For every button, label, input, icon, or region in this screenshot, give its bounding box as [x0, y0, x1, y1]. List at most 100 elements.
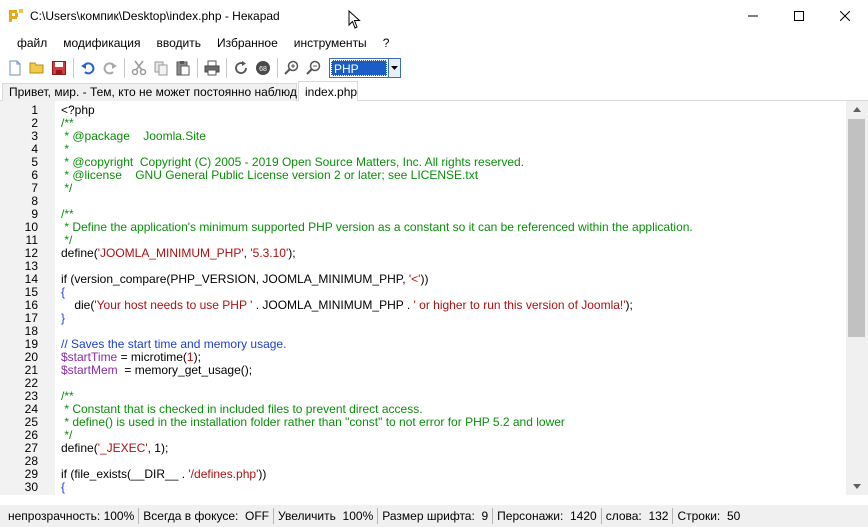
status-opacity: непрозрачность: 100% — [4, 509, 138, 523]
code-text: define('_JEXEC', 1); — [61, 442, 168, 455]
code-token: die( — [61, 298, 95, 312]
code-line: 22 — [0, 377, 846, 390]
code-token: { — [61, 480, 66, 494]
maximize-button[interactable] — [776, 0, 822, 31]
vertical-scrollbar[interactable] — [846, 101, 868, 495]
scroll-up-button[interactable] — [846, 101, 868, 118]
language-select-value: PHP — [331, 60, 387, 76]
code-line: 8 — [0, 195, 846, 208]
status-zoom: Увеличить 100% — [274, 509, 377, 523]
status-zoom-value: 100% — [342, 509, 374, 523]
code-text: * define() is used in the installation f… — [61, 416, 565, 429]
copy-button[interactable] — [150, 57, 172, 79]
paste-button[interactable] — [172, 57, 194, 79]
open-folder-icon — [29, 62, 44, 74]
paste-icon — [176, 61, 190, 76]
code-token: ); — [625, 298, 633, 312]
tab-text-file[interactable]: Привет, мир. - Тем, кто не может постоян… — [2, 83, 313, 102]
status-zoom-label: Увеличить — [278, 509, 336, 523]
menu-file[interactable]: файл — [9, 33, 55, 53]
toolbar: 68 PHP — [0, 55, 868, 81]
scrollbar-thumb[interactable] — [848, 119, 865, 337]
language-select[interactable]: PHP — [329, 58, 401, 78]
new-file-button[interactable] — [4, 57, 26, 79]
code-text: define('JOOMLA_MINIMUM_PHP', '5.3.10'); — [61, 247, 296, 260]
code-token: ); — [193, 350, 201, 364]
status-chars-value: 1420 — [570, 509, 597, 523]
close-icon — [840, 10, 850, 21]
language-select-box[interactable]: PHP — [329, 58, 389, 78]
status-fontsize-label: Размер шрифта: — [382, 509, 475, 523]
save-icon — [52, 61, 66, 75]
toolbar-separator — [226, 58, 227, 78]
window-title: C:\Users\компик\Desktop\index.php - Нека… — [30, 8, 280, 23]
code-token: */ — [61, 233, 73, 247]
code-token: { — [61, 285, 66, 299]
code-text: * @license GNU General Public License ve… — [61, 169, 478, 182]
tab-index-php[interactable]: index.php — [298, 81, 358, 102]
status-opacity-value: 100% — [103, 509, 135, 523]
code-token: )) — [420, 272, 429, 286]
status-fontsize-value: 9 — [481, 509, 489, 523]
code-token: * @package Joomla.Site — [61, 129, 206, 143]
code-text: */ — [61, 182, 72, 195]
code-token: $startTime — [61, 350, 118, 364]
status-ontop-value: OFF — [245, 509, 269, 523]
code-token: 'JOOMLA_MINIMUM_PHP' — [97, 246, 244, 260]
undo-button[interactable] — [77, 57, 99, 79]
undo-icon — [81, 62, 95, 75]
close-button[interactable] — [822, 0, 868, 31]
code-text: if (file_exists(__DIR__ . '/defines.php'… — [61, 468, 266, 481]
zoom-in-button[interactable] — [281, 57, 303, 79]
toolbar-separator — [197, 58, 198, 78]
minimize-button[interactable] — [730, 0, 776, 31]
scroll-down-button[interactable] — [846, 478, 868, 495]
zoom-out-icon — [306, 60, 321, 75]
chevron-up-icon — [853, 107, 861, 112]
code-line: 10 * Define the application's minimum su… — [0, 221, 846, 234]
code-text: * Define the application's minimum suppo… — [61, 220, 693, 234]
badge-button[interactable]: 68 — [252, 57, 274, 79]
code-line: 3 * @package Joomla.Site — [0, 130, 846, 143]
code-token: define( — [61, 246, 98, 260]
cut-button[interactable] — [128, 57, 150, 79]
code-token: '<' — [408, 272, 421, 286]
code-token: * @license GNU General Public License ve… — [61, 168, 479, 182]
menu-insert[interactable]: вводить — [148, 33, 208, 53]
menu-edit[interactable]: модификация — [55, 33, 148, 53]
status-lines: Строки: 50 — [673, 509, 744, 523]
code-token: ); — [288, 246, 296, 260]
code-token: * define() is used in the installation f… — [61, 415, 565, 429]
code-text: * @package Joomla.Site — [61, 130, 206, 143]
code-line: 7 */ — [0, 182, 846, 195]
code-token: /** — [61, 116, 74, 130]
code-token: '/defines.php' — [206, 493, 276, 496]
menu-favorites[interactable]: Избранное — [209, 33, 286, 53]
app-logo-icon — [8, 8, 24, 24]
open-button[interactable] — [26, 57, 48, 79]
code-token: /** — [61, 389, 74, 403]
toolbar-separator — [73, 58, 74, 78]
code-token: * Define the application's minimum suppo… — [61, 220, 693, 234]
code-token: = memory_get_usage(); — [117, 363, 253, 377]
language-dropdown-button[interactable] — [389, 58, 401, 78]
code-text: include_once __DIR__ . '/defines.php'; — [61, 493, 279, 496]
zoom-out-button[interactable] — [303, 57, 325, 79]
refresh-button[interactable] — [230, 57, 252, 79]
copy-icon — [154, 61, 168, 76]
code-token: <?php — [61, 103, 95, 117]
refresh-icon — [235, 61, 247, 74]
menu-tools[interactable]: инструменты — [286, 33, 375, 53]
print-button[interactable] — [201, 57, 223, 79]
code-token: * — [61, 142, 70, 156]
code-token: define( — [61, 441, 98, 455]
code-token: if (file_exists(__DIR__ . — [61, 467, 189, 481]
redo-button[interactable] — [99, 57, 121, 79]
code-text: die('Your host needs to use PHP ' . JOOM… — [61, 299, 633, 312]
menu-help[interactable]: ? — [375, 33, 398, 53]
save-button[interactable] — [48, 57, 70, 79]
status-font-size: Размер шрифта: 9 — [378, 509, 492, 523]
code-token: '_JEXEC' — [97, 441, 148, 455]
code-token: $startMem — [61, 363, 118, 377]
code-editor[interactable]: 1 <?php 2/** 3 * @package Joomla.Site 4 * 5 *… — [0, 101, 846, 495]
